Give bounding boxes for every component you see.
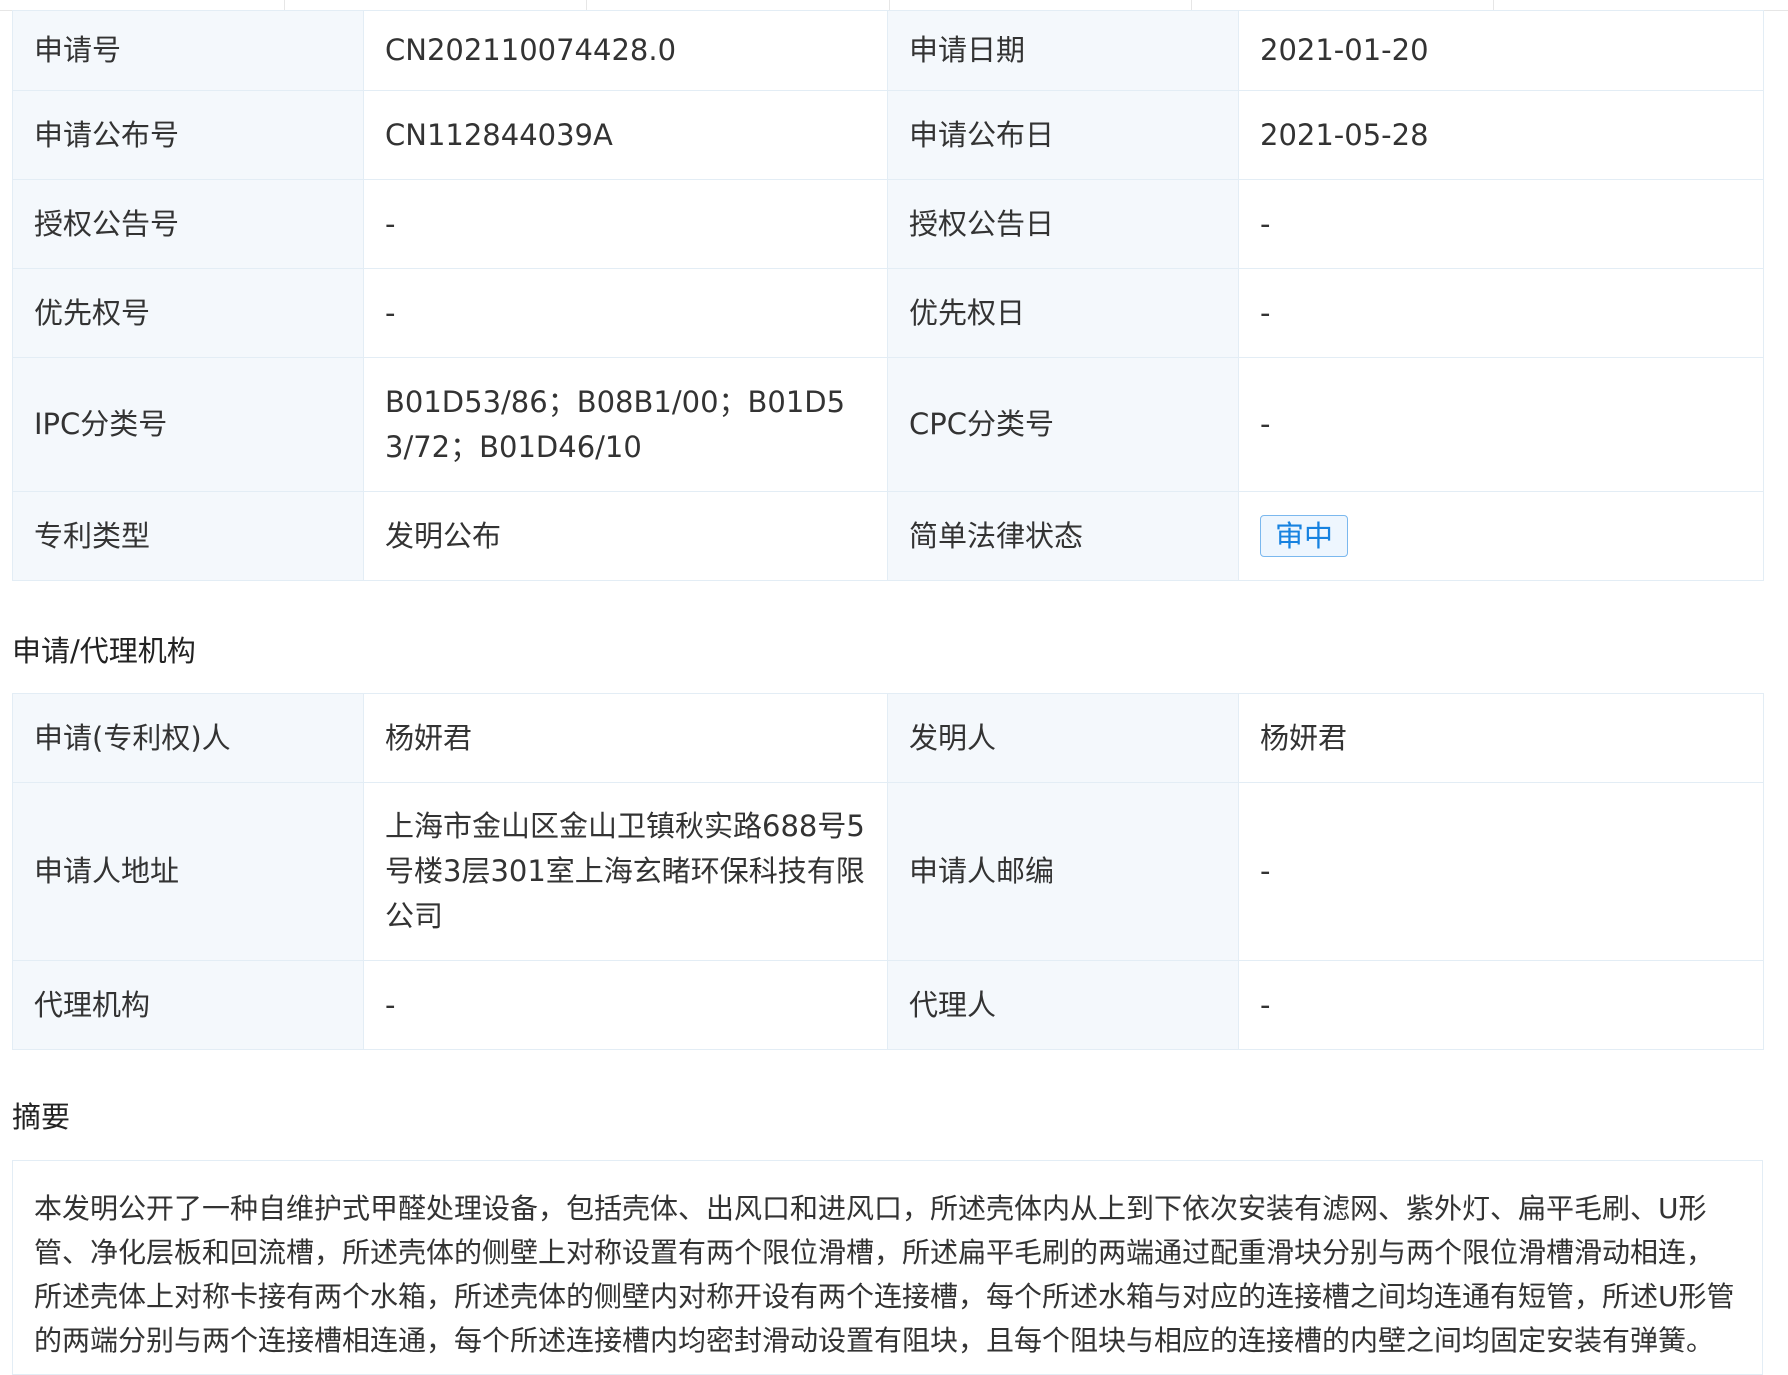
priority-number-value: -: [363, 268, 888, 358]
publication-number-label: 申请公布号: [12, 90, 364, 180]
table-row: 代理机构 - 代理人 -: [12, 960, 1764, 1050]
publication-date-label: 申请公布日: [887, 90, 1239, 180]
agency-info-table: 申请(专利权)人 杨妍君 发明人 杨妍君 申请人地址 上海市金山区金山卫镇秋实路…: [12, 693, 1764, 1050]
legal-status-badge: 审中: [1260, 514, 1349, 557]
application-number-label: 申请号: [12, 10, 364, 91]
grant-date-value: -: [1238, 179, 1764, 269]
cpc-class-value: -: [1238, 357, 1764, 492]
agency-value: -: [363, 960, 888, 1050]
grant-number-value: -: [363, 179, 888, 269]
abstract-box: 本发明公开了一种自维护式甲醛处理设备，包括壳体、出风口和进风口，所述壳体内从上到…: [12, 1160, 1763, 1375]
agency-label: 代理机构: [12, 960, 364, 1050]
table-row: 申请人地址 上海市金山区金山卫镇秋实路688号5号楼3层301室上海玄睹环保科技…: [12, 782, 1764, 961]
applicant-postcode-label: 申请人邮编: [887, 782, 1239, 961]
priority-date-label: 优先权日: [887, 268, 1239, 358]
table-row: 专利类型 发明公布 简单法律状态 审中: [12, 491, 1764, 581]
table-row: 申请(专利权)人 杨妍君 发明人 杨妍君: [12, 693, 1764, 783]
priority-number-label: 优先权号: [12, 268, 364, 358]
grant-date-label: 授权公告日: [887, 179, 1239, 269]
applicant-value: 杨妍君: [363, 693, 888, 783]
applicant-address-label: 申请人地址: [12, 782, 364, 961]
legal-status-label: 简单法律状态: [887, 491, 1239, 581]
publication-date-value: 2021-05-28: [1238, 90, 1764, 180]
table-row: IPC分类号 B01D53/86；B08B1/00；B01D53/72；B01D…: [12, 357, 1764, 492]
application-date-label: 申请日期: [887, 10, 1239, 91]
patent-type-label: 专利类型: [12, 491, 364, 581]
ipc-class-value: B01D53/86；B08B1/00；B01D53/72；B01D46/10: [363, 357, 888, 492]
agency-section-title: 申请/代理机构: [12, 634, 196, 668]
grant-number-label: 授权公告号: [12, 179, 364, 269]
cpc-class-label: CPC分类号: [887, 357, 1239, 492]
publication-number-value: CN112844039A: [363, 90, 888, 180]
application-date-value: 2021-01-20: [1238, 10, 1764, 91]
ipc-class-label: IPC分类号: [12, 357, 364, 492]
applicant-postcode-value: -: [1238, 782, 1764, 961]
table-row: 申请公布号 CN112844039A 申请公布日 2021-05-28: [12, 90, 1764, 180]
legal-status-cell: 审中: [1238, 491, 1764, 581]
abstract-text: 本发明公开了一种自维护式甲醛处理设备，包括壳体、出风口和进风口，所述壳体内从上到…: [34, 1192, 1735, 1357]
inventor-value: 杨妍君: [1238, 693, 1764, 783]
basic-info-table: 申请号 CN202110074428.0 申请日期 2021-01-20 申请公…: [12, 10, 1764, 581]
applicant-address-value: 上海市金山区金山卫镇秋实路688号5号楼3层301室上海玄睹环保科技有限公司: [363, 782, 888, 961]
application-number-value: CN202110074428.0: [363, 10, 888, 91]
abstract-section-title: 摘要: [12, 1100, 71, 1134]
table-row: 授权公告号 - 授权公告日 -: [12, 179, 1764, 269]
applicant-label: 申请(专利权)人: [12, 693, 364, 783]
table-row: 优先权号 - 优先权日 -: [12, 268, 1764, 358]
inventor-label: 发明人: [887, 693, 1239, 783]
table-row: 申请号 CN202110074428.0 申请日期 2021-01-20: [12, 10, 1764, 91]
agent-label: 代理人: [887, 960, 1239, 1050]
agent-value: -: [1238, 960, 1764, 1050]
patent-type-value: 发明公布: [363, 491, 888, 581]
priority-date-value: -: [1238, 268, 1764, 358]
